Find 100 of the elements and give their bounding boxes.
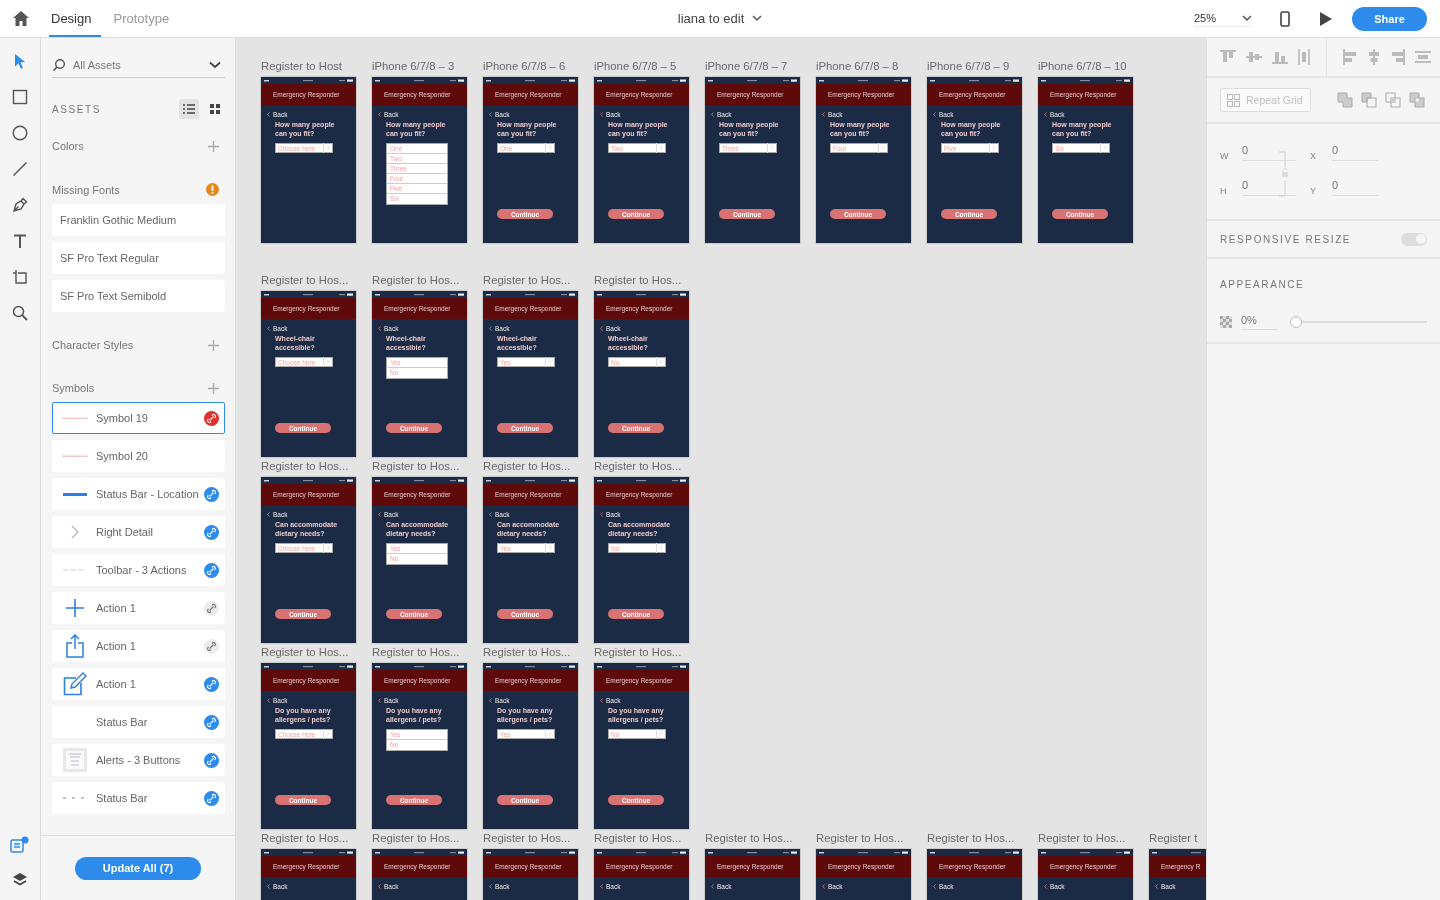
artboard-title[interactable]: Register to Hos... — [594, 829, 689, 847]
artboard-title[interactable]: Register to Hos... — [372, 643, 467, 661]
responsive-resize-toggle[interactable] — [1401, 232, 1427, 246]
align-right-icon[interactable] — [1391, 49, 1405, 65]
add-icon[interactable] — [208, 382, 219, 394]
artboard-title[interactable]: Register to Host — [261, 57, 356, 75]
artboard-title[interactable]: Register to Hos... — [594, 457, 689, 475]
font-item[interactable]: SF Pro Text Regular — [52, 242, 225, 274]
artboard-title[interactable]: iPhone 6/7/8 – 9 — [927, 57, 1022, 75]
link-icon[interactable] — [204, 790, 219, 806]
align-center-icon[interactable] — [1367, 49, 1381, 65]
symbol-item[interactable]: Alerts - 3 Buttons — [52, 744, 225, 776]
artboard-title[interactable]: Register to Hos... — [1038, 829, 1133, 847]
share-button[interactable]: Share — [1352, 6, 1427, 31]
zoom-dropdown[interactable]: 25% — [1194, 10, 1252, 27]
geometry-field[interactable]: 0 — [1332, 144, 1378, 161]
link-icon[interactable] — [204, 410, 219, 426]
text-tool-icon[interactable] — [12, 233, 28, 249]
chevron-right-icon — [656, 543, 665, 553]
geometry-field[interactable]: 0 — [1242, 144, 1296, 161]
chevron-right-icon — [656, 143, 665, 153]
artboard-title[interactable]: Register to Hos... — [261, 457, 356, 475]
symbol-item[interactable]: Action 1 — [52, 592, 225, 624]
artboard-title[interactable]: Register to Hos... — [594, 643, 689, 661]
align-bottom-icon[interactable] — [1272, 50, 1288, 64]
artboard-title[interactable]: Register t — [1149, 829, 1206, 847]
opacity-field[interactable]: 0% — [1241, 314, 1277, 330]
chevron-left-icon — [711, 884, 714, 889]
distribute-vertical-icon[interactable] — [1415, 51, 1431, 63]
add-icon[interactable] — [208, 140, 219, 152]
artboard-title[interactable]: Register to Hos... — [483, 829, 578, 847]
geometry-field[interactable]: 0 — [1242, 179, 1296, 196]
dashed-line-icon — [63, 797, 87, 799]
subtract-icon[interactable] — [1361, 92, 1377, 108]
document-title-menu[interactable]: liana to edit — [677, 11, 763, 26]
symbol-item[interactable]: Symbol 20 — [52, 440, 225, 472]
link-icon[interactable] — [204, 562, 219, 578]
artboard-title[interactable]: Register to Hos... — [483, 271, 578, 289]
artboard-title[interactable]: Register to Hos... — [261, 271, 356, 289]
link-icon[interactable] — [204, 676, 219, 692]
align-middle-icon[interactable] — [1246, 50, 1262, 64]
artboard-title[interactable]: Register to Hos... — [261, 643, 356, 661]
artboard-title[interactable]: Register to Hos... — [261, 829, 356, 847]
artboard-title[interactable]: Register to Hos... — [816, 829, 911, 847]
artboard-title[interactable]: iPhone 6/7/8 – 3 — [372, 57, 467, 75]
symbol-item[interactable]: Status Bar — [52, 706, 225, 738]
artboard-title[interactable]: iPhone 6/7/8 – 5 — [594, 57, 689, 75]
add-icon[interactable] — [208, 339, 219, 351]
artboard-title[interactable]: Register to Hos... — [483, 643, 578, 661]
geometry-field[interactable]: 0 — [1332, 179, 1378, 196]
symbol-item[interactable]: Status Bar - Location — [52, 478, 225, 510]
symbol-item[interactable]: Right Detail — [52, 516, 225, 548]
chevron-right-icon — [545, 143, 554, 153]
artboard-title[interactable]: Register to Hos... — [372, 271, 467, 289]
list-view-button[interactable] — [179, 99, 199, 119]
assets-filter-dropdown[interactable]: All Assets — [52, 55, 225, 78]
artboard-title[interactable]: iPhone 6/7/8 – 6 — [483, 57, 578, 75]
symbol-item[interactable]: Status Bar — [52, 782, 225, 814]
pen-tool-icon[interactable] — [12, 197, 28, 213]
artboard-title[interactable]: iPhone 6/7/8 – 10 — [1038, 57, 1133, 75]
artboard-title[interactable]: iPhone 6/7/8 – 8 — [816, 57, 911, 75]
symbol-item[interactable]: Action 1 — [52, 668, 225, 700]
artboard-title[interactable]: Register to Hos... — [372, 829, 467, 847]
artboard-tool-icon[interactable] — [12, 269, 28, 285]
link-icon[interactable] — [204, 600, 219, 616]
slider-thumb[interactable] — [1290, 316, 1302, 328]
mode-tab[interactable]: Prototype — [111, 0, 180, 37]
font-item[interactable]: Franklin Gothic Medium — [52, 204, 225, 236]
link-icon[interactable] — [204, 638, 219, 654]
link-icon[interactable] — [204, 524, 219, 540]
geometry-label: H — [1220, 186, 1228, 196]
exclude-icon[interactable] — [1409, 92, 1425, 108]
artboard-title[interactable]: iPhone 6/7/8 – 7 — [705, 57, 800, 75]
link-icon[interactable] — [204, 486, 219, 502]
artboard-title[interactable]: Register to Hos... — [927, 829, 1022, 847]
rectangle-tool-icon[interactable] — [12, 89, 28, 105]
layers-icon[interactable] — [12, 872, 28, 888]
ellipse-tool-icon[interactable] — [12, 125, 28, 141]
chevron-left-icon — [489, 884, 492, 889]
artboard-title[interactable]: Register to Hos... — [483, 457, 578, 475]
artboard-title[interactable]: Register to Hos... — [594, 271, 689, 289]
link-icon[interactable] — [204, 752, 219, 768]
home-icon[interactable] — [12, 10, 30, 27]
symbol-item[interactable]: Toolbar - 3 Actions — [52, 554, 225, 586]
align-top-icon[interactable] — [1220, 50, 1236, 64]
line-tool-icon[interactable] — [12, 161, 28, 177]
artboard-title[interactable]: Register to Hos... — [372, 457, 467, 475]
update-all-button[interactable]: Update All (7) — [75, 856, 201, 880]
search-icon[interactable] — [12, 305, 28, 321]
font-item[interactable]: SF Pro Text Semibold — [52, 280, 225, 312]
assets-panel-icon[interactable] — [10, 836, 30, 854]
symbol-item[interactable]: Action 1 — [52, 630, 225, 662]
link-icon[interactable] — [204, 714, 219, 730]
artboard-title[interactable]: Register to Hos... — [705, 829, 800, 847]
play-icon[interactable] — [1319, 11, 1332, 26]
phone-icon[interactable] — [1280, 10, 1290, 27]
align-left-icon[interactable] — [1343, 49, 1357, 65]
union-icon[interactable] — [1337, 92, 1353, 108]
distribute-icon[interactable] — [1298, 49, 1310, 65]
symbol-item[interactable]: Symbol 19 — [52, 402, 225, 434]
